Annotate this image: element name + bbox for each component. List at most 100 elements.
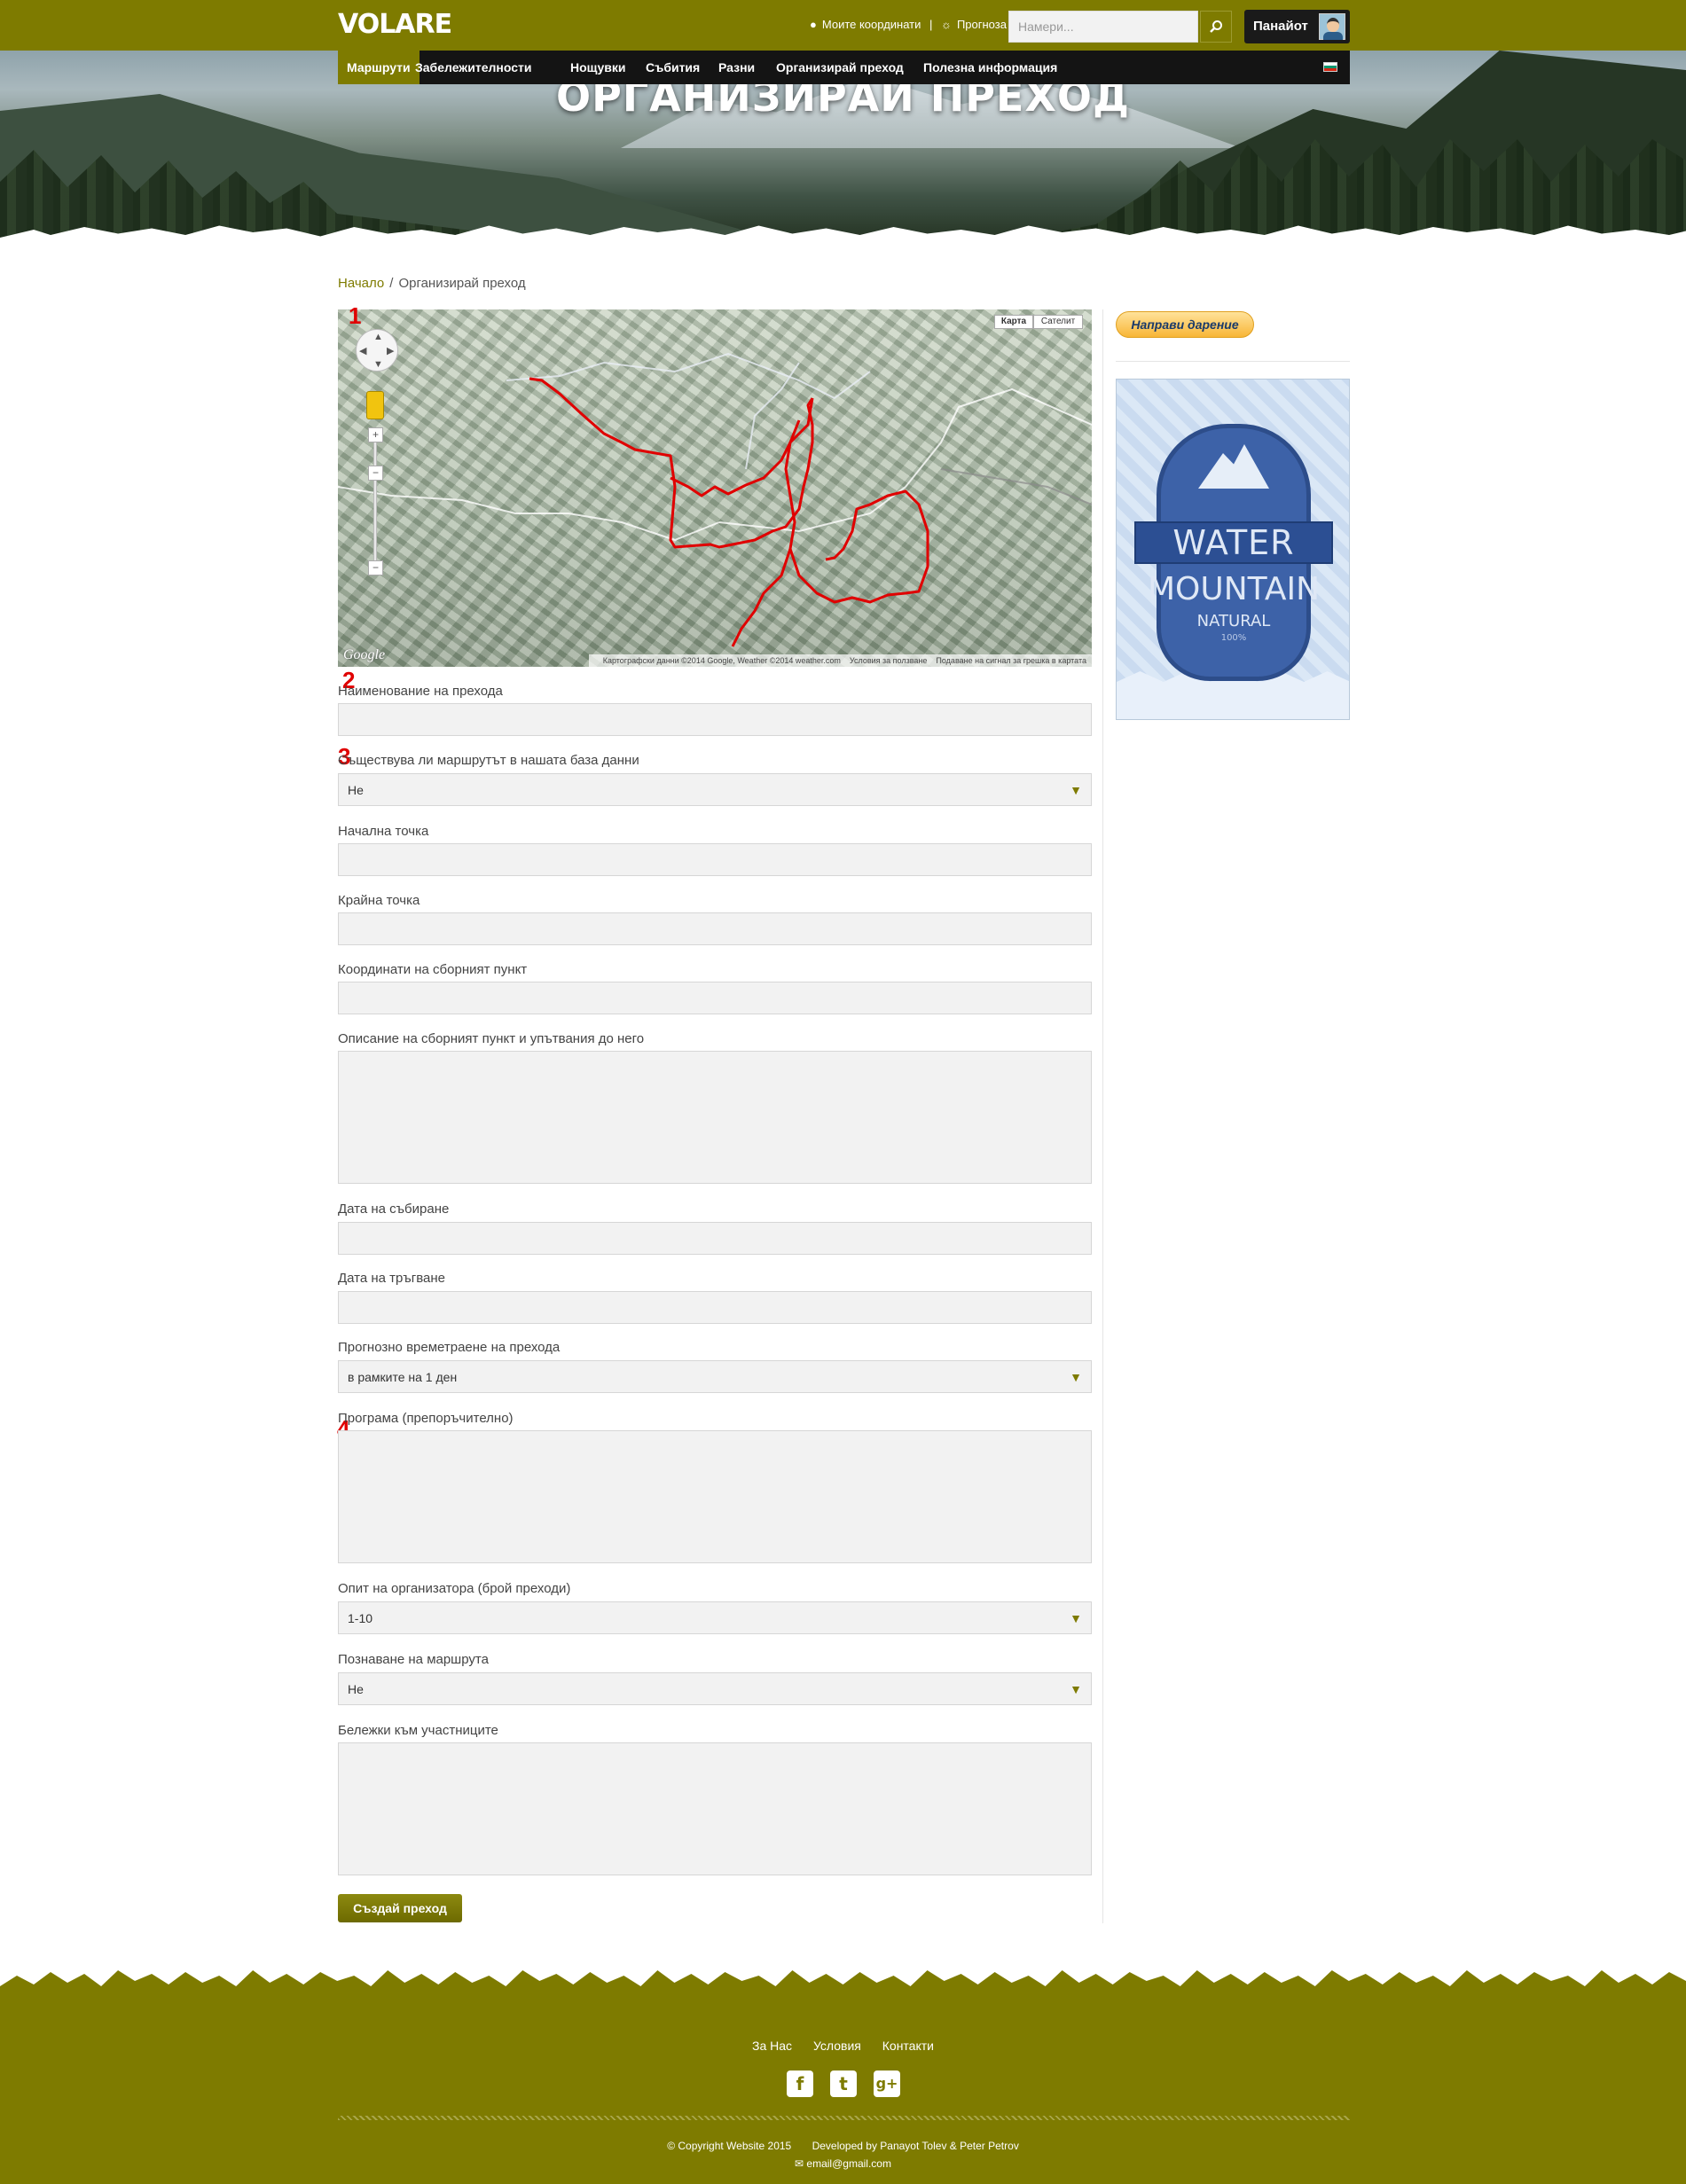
map-pan-control[interactable]: ▲ ▼ ◀ ▶: [356, 329, 398, 372]
location-pin-icon: ●: [810, 18, 817, 31]
route-exists-value: Не: [348, 783, 364, 797]
ad-percent: 100%: [1220, 633, 1247, 643]
map-attribution: Картографски данни ©2014 Google, Weather…: [588, 654, 1092, 667]
hike-name-label: Наименование на прехода: [338, 684, 503, 699]
footer-link-contacts[interactable]: Контакти: [882, 2039, 934, 2053]
nav-item-events[interactable]: Събития: [637, 51, 709, 84]
nav-item-landmarks[interactable]: Забележителности: [406, 51, 540, 84]
map-zoom-handle[interactable]: −: [368, 466, 383, 481]
duration-value: в рамките на 1 ден: [348, 1370, 458, 1384]
gather-date-label: Дата на събиране: [338, 1202, 450, 1217]
start-point-input[interactable]: [338, 843, 1092, 876]
street-view-pegman-icon[interactable]: [366, 391, 384, 419]
annotation-number-1: 1: [349, 302, 362, 329]
footer-email-text: email@gmail.com: [806, 2157, 891, 2170]
nav-item-useful-info[interactable]: Полезна информация: [914, 51, 1066, 84]
nav-item-organize-hike[interactable]: Организирай преход: [767, 51, 913, 84]
dropdown-arrow-icon: ▼: [1070, 1611, 1082, 1625]
meeting-coords-label: Координати на сборният пункт: [338, 962, 528, 977]
developed-by: Developed by Panayot Tolev & Peter Petro…: [812, 2140, 1019, 2152]
pan-right-icon: ▶: [387, 346, 395, 356]
forecast-link[interactable]: Прогноза: [957, 18, 1007, 31]
ad-title-water: WATER: [1172, 523, 1295, 562]
duration-select[interactable]: в рамките на 1 ден ▼: [338, 1360, 1092, 1393]
google-plus-icon[interactable]: g+: [874, 2070, 900, 2097]
program-textarea[interactable]: [338, 1430, 1092, 1563]
pan-up-icon: ▲: [373, 332, 383, 342]
copyright: © Copyright Website 2015 Developed by Pa…: [0, 2140, 1686, 2152]
gather-date-input[interactable]: [338, 1222, 1092, 1255]
depart-date-label: Дата на тръгване: [338, 1271, 446, 1286]
notes-textarea[interactable]: [338, 1742, 1092, 1875]
footer-link-about[interactable]: За Нас: [752, 2039, 792, 2053]
map-terms-link[interactable]: Условия за ползване: [850, 656, 928, 665]
meeting-coords-input[interactable]: [338, 982, 1092, 1014]
hike-name-input[interactable]: [338, 703, 1092, 736]
pan-left-icon: ◀: [359, 346, 367, 356]
map-type-map-button[interactable]: Карта: [994, 315, 1033, 329]
experience-value: 1-10: [348, 1611, 373, 1625]
breadcrumb: Начало / Организирай преход: [338, 276, 526, 291]
nav-item-misc[interactable]: Разни: [710, 51, 764, 84]
notes-label: Бележки към участниците: [338, 1723, 498, 1738]
dropdown-arrow-icon: ▼: [1070, 783, 1082, 797]
map-type-satellite-button[interactable]: Сателит: [1033, 315, 1083, 329]
ad-title-mountain: MOUNTAIN: [1147, 571, 1321, 607]
map-data-credit: Картографски данни ©2014 Google, Weather…: [602, 656, 841, 665]
google-logo: Google: [343, 647, 386, 662]
breadcrumb-home[interactable]: Начало: [338, 276, 384, 291]
route-exists-label: Съществува ли маршрутът в нашата база да…: [338, 753, 639, 768]
envelope-icon: ✉: [795, 2157, 807, 2170]
map-zoom-slider[interactable]: [373, 435, 377, 568]
meeting-desc-label: Описание на сборният пункт и упътвания д…: [338, 1031, 645, 1046]
top-links-separator: |: [929, 18, 933, 31]
footer-divider: [338, 2116, 1350, 2120]
route-exists-select[interactable]: Не ▼: [338, 773, 1092, 806]
copyright-text: © Copyright Website 2015: [667, 2140, 792, 2152]
dropdown-arrow-icon: ▼: [1070, 1682, 1082, 1696]
dropdown-arrow-icon: ▼: [1070, 1370, 1082, 1384]
search-button[interactable]: [1200, 11, 1232, 43]
search-input[interactable]: Намери...: [1008, 11, 1198, 43]
map-zoom-in-button[interactable]: +: [368, 427, 383, 442]
bg-flag-icon[interactable]: [1323, 62, 1337, 72]
top-links: ● Моите координати | ☼ Прогноза: [807, 18, 1009, 31]
search-icon: [1210, 20, 1222, 33]
pan-down-icon: ▼: [373, 359, 383, 370]
breadcrumb-current: Организирай преход: [398, 276, 526, 291]
user-menu[interactable]: Панайот: [1244, 10, 1350, 43]
program-label: Програма (препоръчително): [338, 1411, 514, 1426]
familiarity-select[interactable]: Не ▼: [338, 1672, 1092, 1705]
facebook-icon[interactable]: f: [787, 2070, 813, 2097]
start-point-label: Начална точка: [338, 824, 429, 839]
my-coordinates-link[interactable]: Моите координати: [822, 18, 921, 31]
ad-subtitle-natural: NATURAL: [1196, 612, 1271, 630]
donate-button[interactable]: Направи дарение: [1116, 311, 1254, 338]
footer-links: За Нас Условия Контакти: [0, 2039, 1686, 2053]
avatar: [1319, 13, 1345, 40]
twitter-icon[interactable]: t: [830, 2070, 857, 2097]
experience-label: Опит на организатора (брой преходи): [338, 1581, 571, 1596]
breadcrumb-separator: /: [389, 276, 394, 291]
familiarity-value: Не: [348, 1682, 364, 1696]
end-point-input[interactable]: [338, 912, 1092, 945]
footer-email[interactable]: ✉ email@gmail.com: [0, 2157, 1686, 2170]
meeting-desc-textarea[interactable]: [338, 1051, 1092, 1184]
map-zoom-out-button[interactable]: −: [368, 560, 383, 575]
create-hike-button[interactable]: Създай преход: [338, 1894, 462, 1922]
user-name: Панайот: [1253, 19, 1308, 34]
map-report-link[interactable]: Подаване на сигнал за грешка в картата: [936, 656, 1086, 665]
footer-link-terms[interactable]: Условия: [813, 2039, 861, 2053]
depart-date-input[interactable]: [338, 1291, 1092, 1324]
route-map[interactable]: Карта Сателит ▲ ▼ ◀ ▶ + − − Google Карто…: [338, 309, 1092, 667]
nav-item-accommodation[interactable]: Нощувки: [561, 51, 634, 84]
site-logo[interactable]: VOLARE: [338, 9, 452, 40]
end-point-label: Крайна точка: [338, 893, 420, 908]
sidebar-ad-banner[interactable]: WATER MOUNTAIN NATURAL 100%: [1116, 379, 1350, 720]
familiarity-label: Познаване на маршрута: [338, 1652, 489, 1667]
experience-select[interactable]: 1-10 ▼: [338, 1601, 1092, 1634]
sun-icon: ☼: [941, 18, 952, 31]
sidebar-separator: [1116, 361, 1350, 362]
sidebar-divider: [1102, 309, 1103, 1923]
duration-label: Прогнозно времетраене на прехода: [338, 1340, 561, 1355]
